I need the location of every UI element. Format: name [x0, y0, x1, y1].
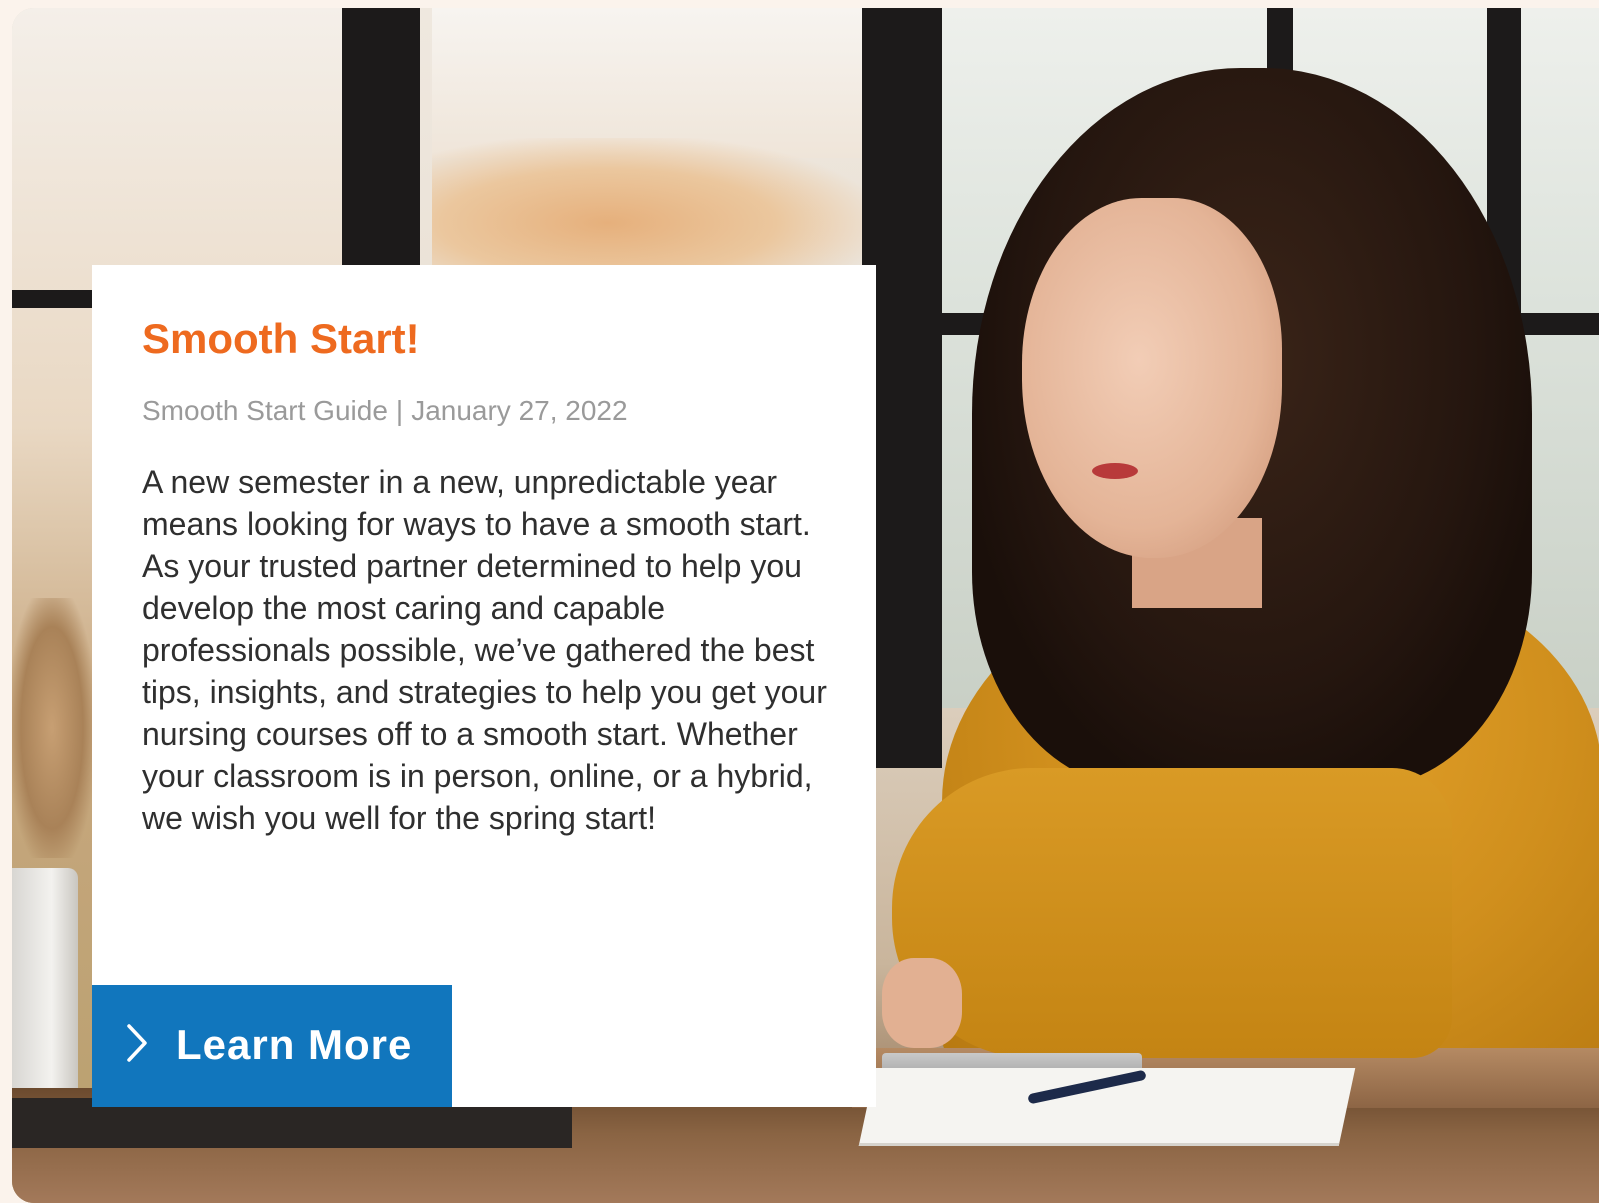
meta-separator: |	[395, 395, 404, 426]
article-category: Smooth Start Guide	[142, 395, 388, 426]
photo-mug	[12, 868, 78, 1098]
photo-woman-lips	[1092, 463, 1138, 479]
article-card: Smooth Start! Smooth Start Guide | January…	[92, 265, 876, 1107]
article-title: Smooth Start!	[142, 315, 420, 362]
photo-dried-flowers	[12, 598, 92, 858]
photo-window-frame	[342, 8, 420, 268]
article-body: A new semester in a new, unpredictable y…	[142, 464, 827, 836]
article-meta: Smooth Start Guide | January 27, 2022	[142, 395, 628, 427]
article-date: January 27, 2022	[411, 395, 628, 426]
photo-woman-hand	[882, 958, 962, 1048]
chevron-right-icon	[127, 1024, 147, 1062]
photo-woman-face	[1022, 198, 1282, 558]
photo-window-center	[432, 8, 872, 158]
learn-more-label: Learn More	[176, 1021, 413, 1068]
photo-woman-arm	[892, 768, 1452, 1058]
learn-more-button[interactable]: Learn More	[92, 985, 452, 1107]
